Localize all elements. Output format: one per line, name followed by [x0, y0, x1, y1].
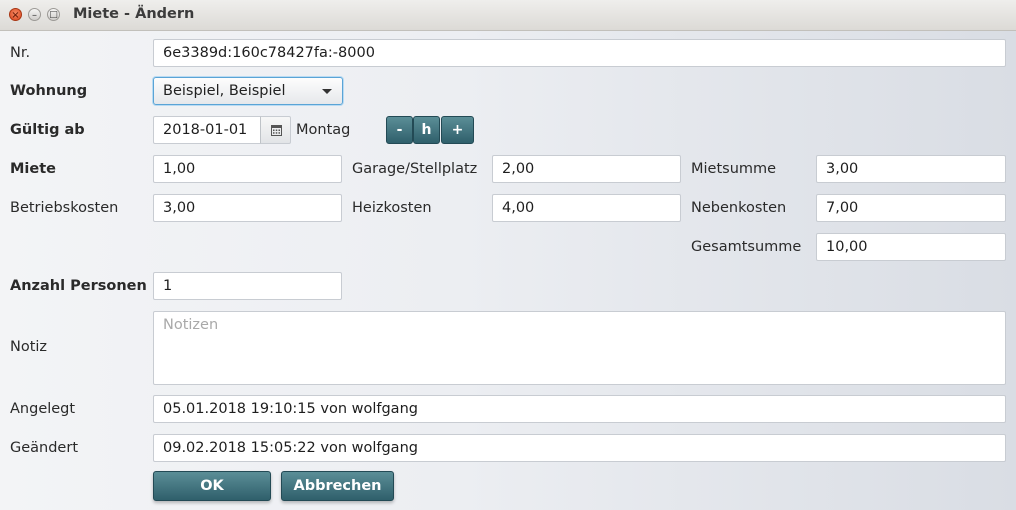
chevron-down-icon	[322, 89, 332, 94]
anzahl-personen-label: Anzahl Personen	[10, 278, 147, 294]
title-bar: × – □ Miete - Ändern	[0, 0, 1016, 31]
date-increment-button[interactable]: +	[441, 116, 474, 144]
miete-label: Miete	[10, 161, 56, 177]
close-icon: ×	[11, 10, 20, 21]
cancel-button[interactable]: Abbrechen	[281, 471, 394, 501]
angelegt-label: Angelegt	[10, 401, 76, 417]
nr-label: Nr.	[10, 45, 31, 61]
garage-field[interactable]: 2,00	[492, 155, 681, 183]
mietsumme-label: Mietsumme	[691, 161, 777, 177]
ok-button[interactable]: OK	[153, 471, 271, 501]
minimize-icon: –	[32, 10, 37, 21]
gueltig-ab-date-field[interactable]: 2018-01-01	[153, 116, 261, 144]
garage-label: Garage/Stellplatz	[352, 161, 478, 177]
angelegt-field[interactable]: 05.01.2018 19:10:15 von wolfgang	[153, 395, 1006, 423]
notiz-textarea[interactable]: Notizen	[153, 311, 1006, 385]
heizkosten-field[interactable]: 4,00	[492, 194, 681, 222]
nr-field[interactable]: 6e3389d:160c78427fa:-8000	[153, 39, 1006, 67]
calendar-icon	[271, 125, 282, 136]
maximize-window-button[interactable]: □	[47, 8, 60, 21]
miete-field[interactable]: 1,00	[153, 155, 342, 183]
gueltig-ab-label: Gültig ab	[10, 122, 85, 138]
betriebskosten-label: Betriebskosten	[10, 200, 119, 216]
minimize-window-button[interactable]: –	[28, 8, 41, 21]
mietsumme-field[interactable]: 3,00	[816, 155, 1006, 183]
close-window-button[interactable]: ×	[9, 8, 22, 21]
dialog-window: × – □ Miete - Ändern Nr. 6e3389d:160c784…	[0, 0, 1016, 510]
geaendert-label: Geändert	[10, 440, 79, 456]
geaendert-field[interactable]: 09.02.2018 15:05:22 von wolfgang	[153, 434, 1006, 462]
heizkosten-label: Heizkosten	[352, 200, 432, 216]
gesamtsumme-label: Gesamtsumme	[691, 239, 802, 255]
anzahl-personen-field[interactable]: 1	[153, 272, 342, 300]
nebenkosten-label: Nebenkosten	[691, 200, 787, 216]
betriebskosten-field[interactable]: 3,00	[153, 194, 342, 222]
wohnung-selected-value: Beispiel, Beispiel	[163, 83, 286, 99]
window-title: Miete - Ändern	[73, 6, 195, 22]
date-decrement-button[interactable]: -	[386, 116, 413, 144]
date-today-button[interactable]: h	[413, 116, 440, 144]
gesamtsumme-field[interactable]: 10,00	[816, 233, 1006, 261]
wohnung-select[interactable]: Beispiel, Beispiel	[153, 77, 343, 105]
wohnung-label: Wohnung	[10, 83, 88, 99]
calendar-button[interactable]	[260, 116, 291, 144]
maximize-icon: □	[49, 10, 58, 20]
nebenkosten-field[interactable]: 7,00	[816, 194, 1006, 222]
weekday-label: Montag	[296, 122, 351, 138]
notiz-label: Notiz	[10, 339, 48, 355]
